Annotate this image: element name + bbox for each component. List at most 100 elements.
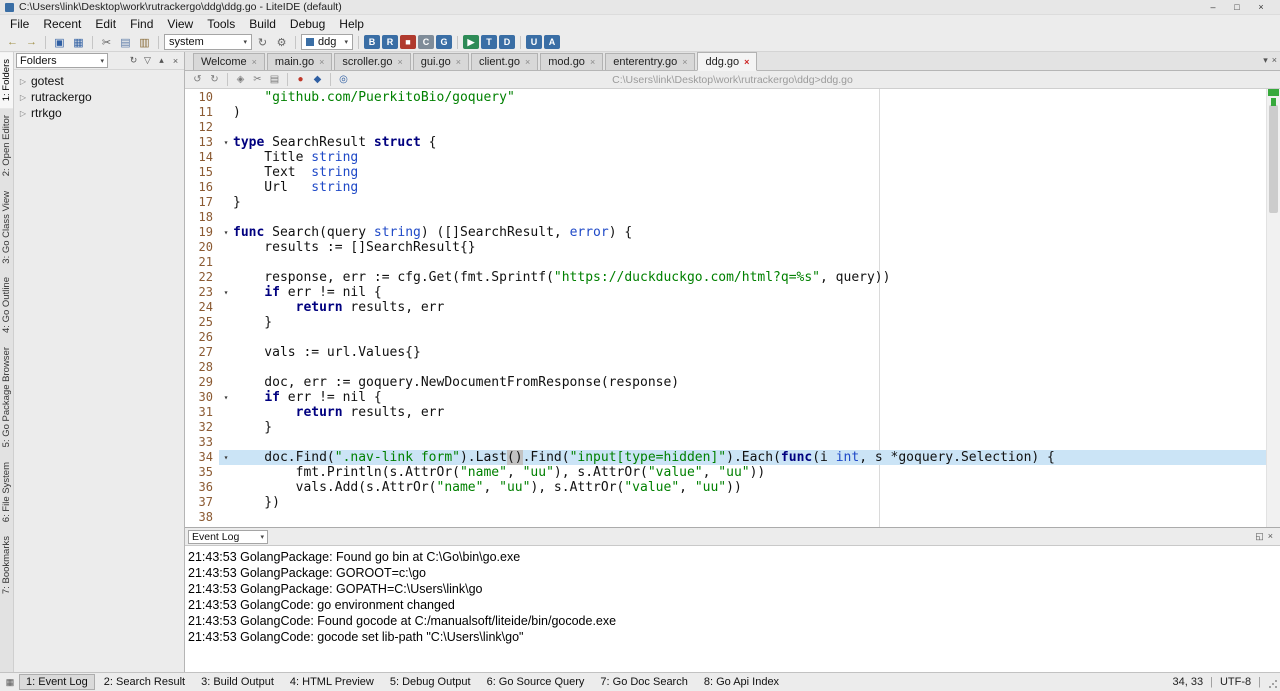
- tab-close-icon[interactable]: ×: [252, 57, 257, 67]
- copy-icon[interactable]: ▤: [267, 72, 282, 87]
- close-icon[interactable]: ×: [1255, 2, 1267, 12]
- code-line-13[interactable]: 13 ▾ type SearchResult struct {: [185, 135, 1266, 150]
- code-line-32[interactable]: 32 }: [185, 420, 1266, 435]
- filter-icon[interactable]: ▽: [141, 54, 154, 68]
- statusbar-panel-3[interactable]: 3: Build Output: [194, 674, 281, 690]
- statusbar-panel-2[interactable]: 2: Search Result: [97, 674, 192, 690]
- code-line-18[interactable]: 18: [185, 210, 1266, 225]
- tab-close-icon[interactable]: ×: [525, 57, 530, 67]
- code-line-37[interactable]: 37 }): [185, 495, 1266, 510]
- code-line-11[interactable]: 11): [185, 105, 1266, 120]
- code-line-25[interactable]: 25 }: [185, 315, 1266, 330]
- side-tab-3[interactable]: 3: Go Class View: [0, 184, 13, 271]
- code-line-27[interactable]: 27 vals := url.Values{}: [185, 345, 1266, 360]
- tab-main.go[interactable]: main.go ×: [266, 53, 333, 70]
- statusbar-panel-7[interactable]: 7: Go Doc Search: [593, 674, 694, 690]
- build-file-icon[interactable]: ◆: [310, 72, 325, 87]
- code-line-17[interactable]: 17}: [185, 195, 1266, 210]
- panel-toggle-icon[interactable]: ▦: [3, 675, 17, 689]
- menu-find[interactable]: Find: [123, 15, 160, 33]
- debug-icon[interactable]: D: [499, 35, 515, 49]
- cut-icon[interactable]: ✂: [98, 34, 115, 50]
- build-icon[interactable]: B: [364, 35, 380, 49]
- maximize-icon[interactable]: □: [1231, 2, 1243, 12]
- redo-icon[interactable]: ↻: [207, 72, 222, 87]
- expand-arrow-icon[interactable]: ▷: [19, 93, 27, 102]
- side-tab-4[interactable]: 4: Go Outline: [0, 270, 13, 340]
- tab-close-icon[interactable]: ×: [590, 57, 595, 67]
- tree-item-rutrackergo[interactable]: ▷ rutrackergo: [14, 89, 184, 105]
- statusbar-panel-4[interactable]: 4: HTML Preview: [283, 674, 381, 690]
- tab-enterentry.go[interactable]: enterentry.go ×: [605, 53, 696, 70]
- menu-file[interactable]: File: [3, 15, 36, 33]
- test-icon[interactable]: T: [481, 35, 497, 49]
- code-line-30[interactable]: 30 ▾ if err != nil {: [185, 390, 1266, 405]
- sync-icon[interactable]: ↻: [127, 54, 140, 68]
- editor-scrollbar[interactable]: [1266, 89, 1280, 527]
- lock-icon[interactable]: ◈: [233, 72, 248, 87]
- code-line-19[interactable]: 19 ▾ func Search(query string) ([]SearchRe…: [185, 225, 1266, 240]
- tree-item-gotest[interactable]: ▷ gotest: [14, 73, 184, 89]
- menu-view[interactable]: View: [160, 15, 200, 33]
- collapse-all-icon[interactable]: ▴: [155, 54, 168, 68]
- code-line-35[interactable]: 35 fmt.Println(s.AttrOr("name", "uu"), s…: [185, 465, 1266, 480]
- code-line-33[interactable]: 33: [185, 435, 1266, 450]
- code-line-34[interactable]: 34 ▾ doc.Find(".nav-link form").Last().Fi…: [185, 450, 1266, 465]
- code-line-28[interactable]: 28: [185, 360, 1266, 375]
- run-icon[interactable]: ▶: [463, 35, 479, 49]
- event-log-output[interactable]: 21:43:53 GolangPackage: Found go bin at …: [185, 545, 1280, 672]
- code-line-21[interactable]: 21: [185, 255, 1266, 270]
- code-line-23[interactable]: 23 ▾ if err != nil {: [185, 285, 1266, 300]
- tab-ddg.go[interactable]: ddg.go ×: [697, 52, 758, 71]
- clean-icon[interactable]: C: [418, 35, 434, 49]
- fold-marker-icon[interactable]: ▾: [219, 285, 233, 300]
- reload-env-icon[interactable]: ↻: [254, 34, 271, 50]
- stop-icon[interactable]: ■: [400, 35, 416, 49]
- menu-tools[interactable]: Tools: [200, 15, 242, 33]
- save-all-icon[interactable]: ▦: [70, 34, 87, 50]
- back-icon[interactable]: ←: [4, 34, 21, 50]
- gear-icon[interactable]: ⚙: [273, 34, 290, 50]
- float-panel-icon[interactable]: ◱: [1255, 531, 1264, 542]
- grep-icon[interactable]: ◎: [336, 72, 351, 87]
- code-line-16[interactable]: 16 Url string: [185, 180, 1266, 195]
- tab-close-icon[interactable]: ×: [744, 57, 749, 67]
- code-line-12[interactable]: 12: [185, 120, 1266, 135]
- side-tab-7[interactable]: 7: Bookmarks: [0, 529, 13, 601]
- close-panel-icon[interactable]: ×: [1268, 531, 1273, 542]
- side-tab-6[interactable]: 6: File System: [0, 455, 13, 529]
- minimize-icon[interactable]: –: [1207, 2, 1219, 12]
- env-combo[interactable]: system ▾: [164, 34, 252, 50]
- paste-icon[interactable]: ▥: [136, 34, 153, 50]
- code-line-22[interactable]: 22 response, err := cfg.Get(fmt.Sprintf(…: [185, 270, 1266, 285]
- target-field[interactable]: ddg ▾: [301, 34, 353, 50]
- tab-close-all-icon[interactable]: ×: [1272, 55, 1277, 66]
- tab-close-icon[interactable]: ×: [397, 57, 402, 67]
- close-pane-icon[interactable]: ×: [169, 54, 182, 68]
- expand-arrow-icon[interactable]: ▷: [19, 77, 27, 86]
- menu-debug[interactable]: Debug: [283, 15, 332, 33]
- code-line-29[interactable]: 29 doc, err := goquery.NewDocumentFromRe…: [185, 375, 1266, 390]
- output-selector-combo[interactable]: Event Log ▾: [188, 529, 268, 544]
- copy-icon[interactable]: ▤: [117, 34, 134, 50]
- statusbar-panel-5[interactable]: 5: Debug Output: [383, 674, 478, 690]
- statusbar-panel-6[interactable]: 6: Go Source Query: [480, 674, 592, 690]
- tab-scroller.go[interactable]: scroller.go ×: [334, 53, 411, 70]
- fold-marker-icon[interactable]: ▾: [219, 390, 233, 405]
- code-line-26[interactable]: 26: [185, 330, 1266, 345]
- code-line-38[interactable]: 38: [185, 510, 1266, 525]
- code-line-24[interactable]: 24 return results, err: [185, 300, 1266, 315]
- tab-close-icon[interactable]: ×: [319, 57, 324, 67]
- fold-marker-icon[interactable]: ▾: [219, 135, 233, 150]
- tab-list-icon[interactable]: ▾: [1263, 55, 1268, 66]
- tab-gui.go[interactable]: gui.go ×: [412, 53, 469, 70]
- menu-recent[interactable]: Recent: [36, 15, 88, 33]
- tab-close-icon[interactable]: ×: [456, 57, 461, 67]
- tab-client.go[interactable]: client.go ×: [470, 53, 539, 70]
- expand-arrow-icon[interactable]: ▷: [19, 109, 27, 118]
- side-tab-2[interactable]: 2: Open Editor: [0, 108, 13, 183]
- side-tab-5[interactable]: 5: Go Package Browser: [0, 340, 13, 454]
- get-icon[interactable]: G: [436, 35, 452, 49]
- code-line-31[interactable]: 31 return results, err: [185, 405, 1266, 420]
- fold-marker-icon[interactable]: ▾: [219, 450, 233, 465]
